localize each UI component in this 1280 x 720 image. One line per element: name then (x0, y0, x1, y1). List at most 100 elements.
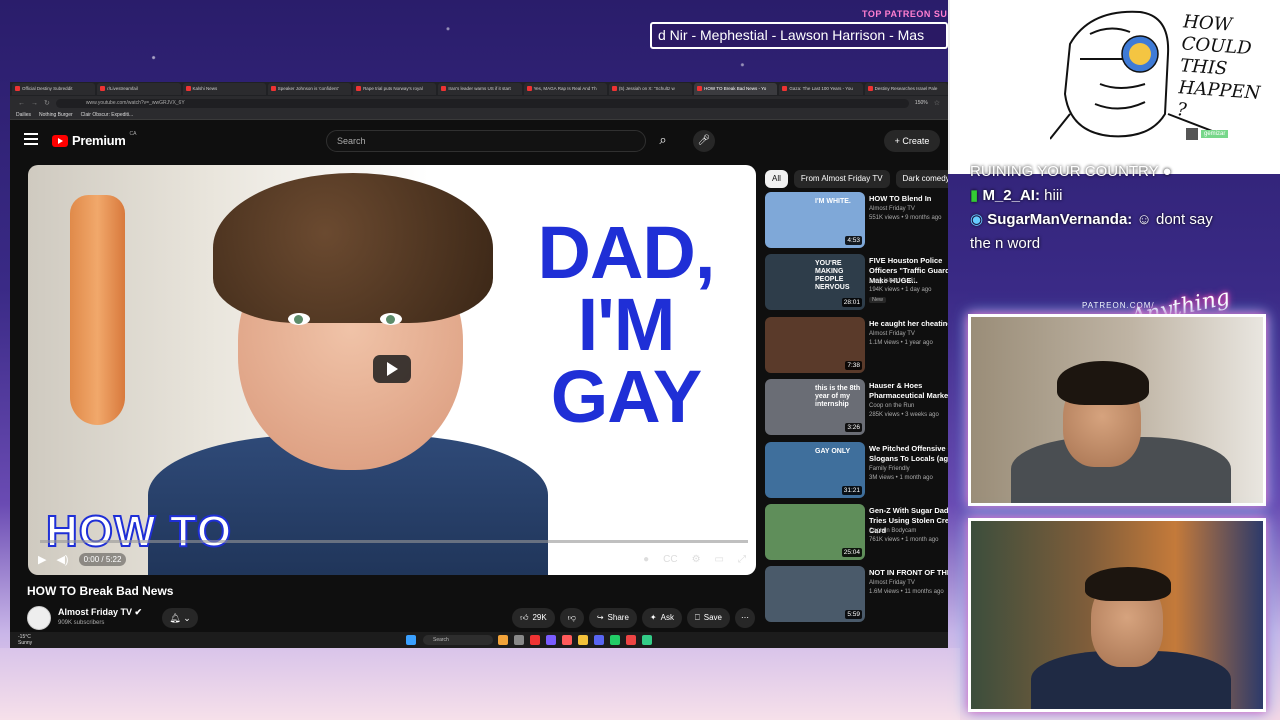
video-title: HOW TO Break Bad News (27, 584, 174, 598)
recommendation-title[interactable]: He caught her cheating... (869, 319, 948, 329)
like-button[interactable]: 👍︎ 29K (512, 608, 555, 628)
bookmark-item[interactable]: Nothing Burger (39, 112, 73, 118)
recommendation-thumbnail[interactable]: 25:04 (765, 504, 865, 560)
tab-favicon-icon (697, 86, 703, 91)
bookmark-star-icon[interactable]: ☆ (934, 99, 940, 107)
subscribed-bell-button[interactable]: 🔔︎ ⌄ (162, 608, 198, 628)
taskbar-app-icon[interactable] (546, 635, 556, 645)
recommendation-channel[interactable]: Coop on the Run (869, 403, 914, 409)
taskbar-app-icons (498, 635, 652, 645)
tab-favicon-icon (441, 86, 447, 91)
youtube-play-icon (52, 134, 68, 147)
recommendation-channel[interactable]: Captain Bodycam (869, 528, 916, 534)
taskbar-app-icon[interactable] (610, 635, 620, 645)
large-play-button[interactable] (373, 355, 411, 383)
recommendation-item[interactable]: I'M WHITE. 4:53 HOW TO Blend In Almost Frid… (765, 192, 948, 250)
browser-tab[interactable]: Official Destiny Subreddit (12, 83, 96, 95)
ask-button[interactable]: ✦ Ask (641, 608, 682, 628)
browser-tab-active[interactable]: HOW TO Break Bad News - Yo (694, 83, 778, 95)
fullscreen-icon[interactable]: ⤢ (738, 554, 746, 565)
taskbar-app-icon[interactable] (642, 635, 652, 645)
taskbar-app-icon[interactable] (594, 635, 604, 645)
weather-widget[interactable]: -15°C Sunny (18, 634, 32, 646)
taskbar-app-icon[interactable] (626, 635, 636, 645)
recommendation-item[interactable]: this is the 8th year of my internship 3:2… (765, 379, 948, 437)
recommendation-title[interactable]: Hauser & Hoes Pharmaceutical Marketing (869, 381, 948, 401)
forward-icon[interactable]: → (31, 100, 38, 107)
recommendation-title[interactable]: NOT IN FRONT OF THE IN... (869, 568, 948, 578)
browser-tab[interactable]: Destiny Researches Israel Pale (864, 83, 948, 95)
recommendation-item[interactable]: 5:59 NOT IN FRONT OF THE IN... Almost Frid… (765, 566, 948, 624)
tab-bar: Official Destiny Subreddit r/Livestreamf… (10, 82, 948, 96)
more-actions-icon[interactable]: ⋯ (735, 608, 755, 628)
taskbar-search[interactable]: Search (423, 635, 493, 645)
browser-tab[interactable]: Speaker Johnson is 'confident' (267, 83, 352, 95)
save-button[interactable]: ⎕ Save (686, 608, 730, 628)
recommendation-channel[interactable]: Almost Friday TV (869, 331, 915, 337)
browser-tab[interactable]: Iran's leader warns US if it start (438, 83, 522, 95)
recommendation-thumbnail[interactable]: GAY ONLY 31:21 (765, 442, 865, 498)
recommendation-meta: 285K views • 3 weeks ago (869, 412, 939, 418)
video-player[interactable]: DAD, I'M GAY HOW TO ▶ ◀) 0:00 / 5:22 ● C… (28, 165, 756, 575)
volume-icon[interactable]: ◀) (56, 553, 68, 566)
browser-tab[interactable]: r/Livestreamfail (97, 83, 181, 95)
chip-from-channel[interactable]: From Almost Friday TV (793, 170, 890, 188)
search-icon[interactable]: ⌕ (648, 130, 678, 152)
search-input[interactable]: Search (326, 130, 646, 152)
recommendation-channel[interactable]: Long Island Audit (869, 278, 915, 284)
recommendation-channel[interactable]: Almost Friday TV (869, 580, 915, 586)
theater-mode-icon[interactable]: ▭ (715, 554, 724, 565)
hamburger-menu-icon[interactable] (24, 133, 38, 145)
url-input[interactable]: www.youtube.com/watch?v=_wwGRJVX_6Y (55, 98, 909, 108)
thumbnail-text: this is the 8th year of my internship (815, 385, 861, 408)
recommendation-item[interactable]: 25:04Gen-Z With Sugar Daddy Tries Using … (765, 504, 948, 562)
duration-badge: 7:38 (845, 361, 862, 370)
bookmark-item[interactable]: Clair Obscur: Expediti... (81, 112, 134, 118)
channel-avatar[interactable] (27, 606, 51, 630)
settings-gear-icon[interactable]: ⚙ (692, 554, 701, 565)
recommendation-channel[interactable]: Almost Friday TV (869, 206, 915, 212)
recommendation-thumbnail[interactable]: 5:59 (765, 566, 865, 622)
browser-tab[interactable]: Rape trial puts Norway's royal (353, 83, 437, 95)
taskbar-app-icon[interactable] (514, 635, 524, 645)
channel-name[interactable]: Almost Friday TV ✔ (58, 607, 142, 618)
bookmark-item[interactable]: Dailies (16, 112, 31, 118)
recommendation-thumbnail[interactable]: 7:38 (765, 317, 865, 373)
browser-tab[interactable]: Kalshi News (182, 83, 266, 95)
autoplay-toggle-icon[interactable]: ● (643, 554, 649, 565)
dislike-button[interactable]: 👎︎ (559, 608, 584, 628)
recommendation-item[interactable]: YOU'RE MAKING PEOPLE NERVOUS 28:01 FIVE Ho… (765, 254, 948, 312)
reload-icon[interactable]: ↻ (44, 99, 50, 107)
browser-tab[interactable]: Yes, MAGA Rap Is Real And Th (523, 83, 607, 95)
chip-all[interactable]: All (765, 170, 788, 188)
progress-bar[interactable] (40, 540, 748, 543)
tab-favicon-icon (100, 86, 106, 91)
recommendation-item[interactable]: GAY ONLY 31:21 We Pitched Offensive City S… (765, 442, 948, 500)
zoom-level[interactable]: 150% (915, 100, 928, 106)
recommendation-item[interactable]: 7:38 He caught her cheating... Almost Frid… (765, 317, 948, 375)
play-icon[interactable]: ▶ (38, 553, 46, 566)
recommendation-channel[interactable]: Family Friendly (869, 466, 910, 472)
tab-favicon-icon (185, 86, 191, 91)
recommendation-thumbnail[interactable]: I'M WHITE. 4:53 (765, 192, 865, 248)
chip-dark-comedy[interactable]: Dark comedy (895, 170, 948, 188)
taskbar-app-icon[interactable] (562, 635, 572, 645)
recommendation-title[interactable]: HOW TO Blend In (869, 194, 948, 204)
taskbar-start-icon[interactable] (406, 635, 416, 645)
taskbar-app-icon[interactable] (498, 635, 508, 645)
browser-tab[interactable]: (5) Jessiah on X: "Schultz w (608, 83, 693, 95)
chat-line: the n word (970, 235, 1041, 252)
recommendation-meta: 1.6M views • 11 months ago (869, 589, 944, 595)
recommendation-title[interactable]: We Pitched Offensive City Slogans To Loc… (869, 444, 948, 464)
recommendation-thumbnail[interactable]: YOU'RE MAKING PEOPLE NERVOUS 28:01 (765, 254, 865, 310)
recommendation-thumbnail[interactable]: this is the 8th year of my internship 3:2… (765, 379, 865, 435)
back-icon[interactable]: ← (18, 100, 25, 107)
microphone-icon[interactable]: 🎤︎ (693, 130, 715, 152)
taskbar-app-icon[interactable] (578, 635, 588, 645)
youtube-logo[interactable]: Premium CA (52, 131, 136, 148)
share-button[interactable]: ↪ Share (588, 608, 637, 628)
captions-icon[interactable]: CC (663, 554, 677, 565)
browser-tab[interactable]: Gaza: The Last 100 Years - You (779, 83, 863, 95)
taskbar-app-icon[interactable] (530, 635, 540, 645)
create-button[interactable]: + Create (884, 130, 940, 152)
